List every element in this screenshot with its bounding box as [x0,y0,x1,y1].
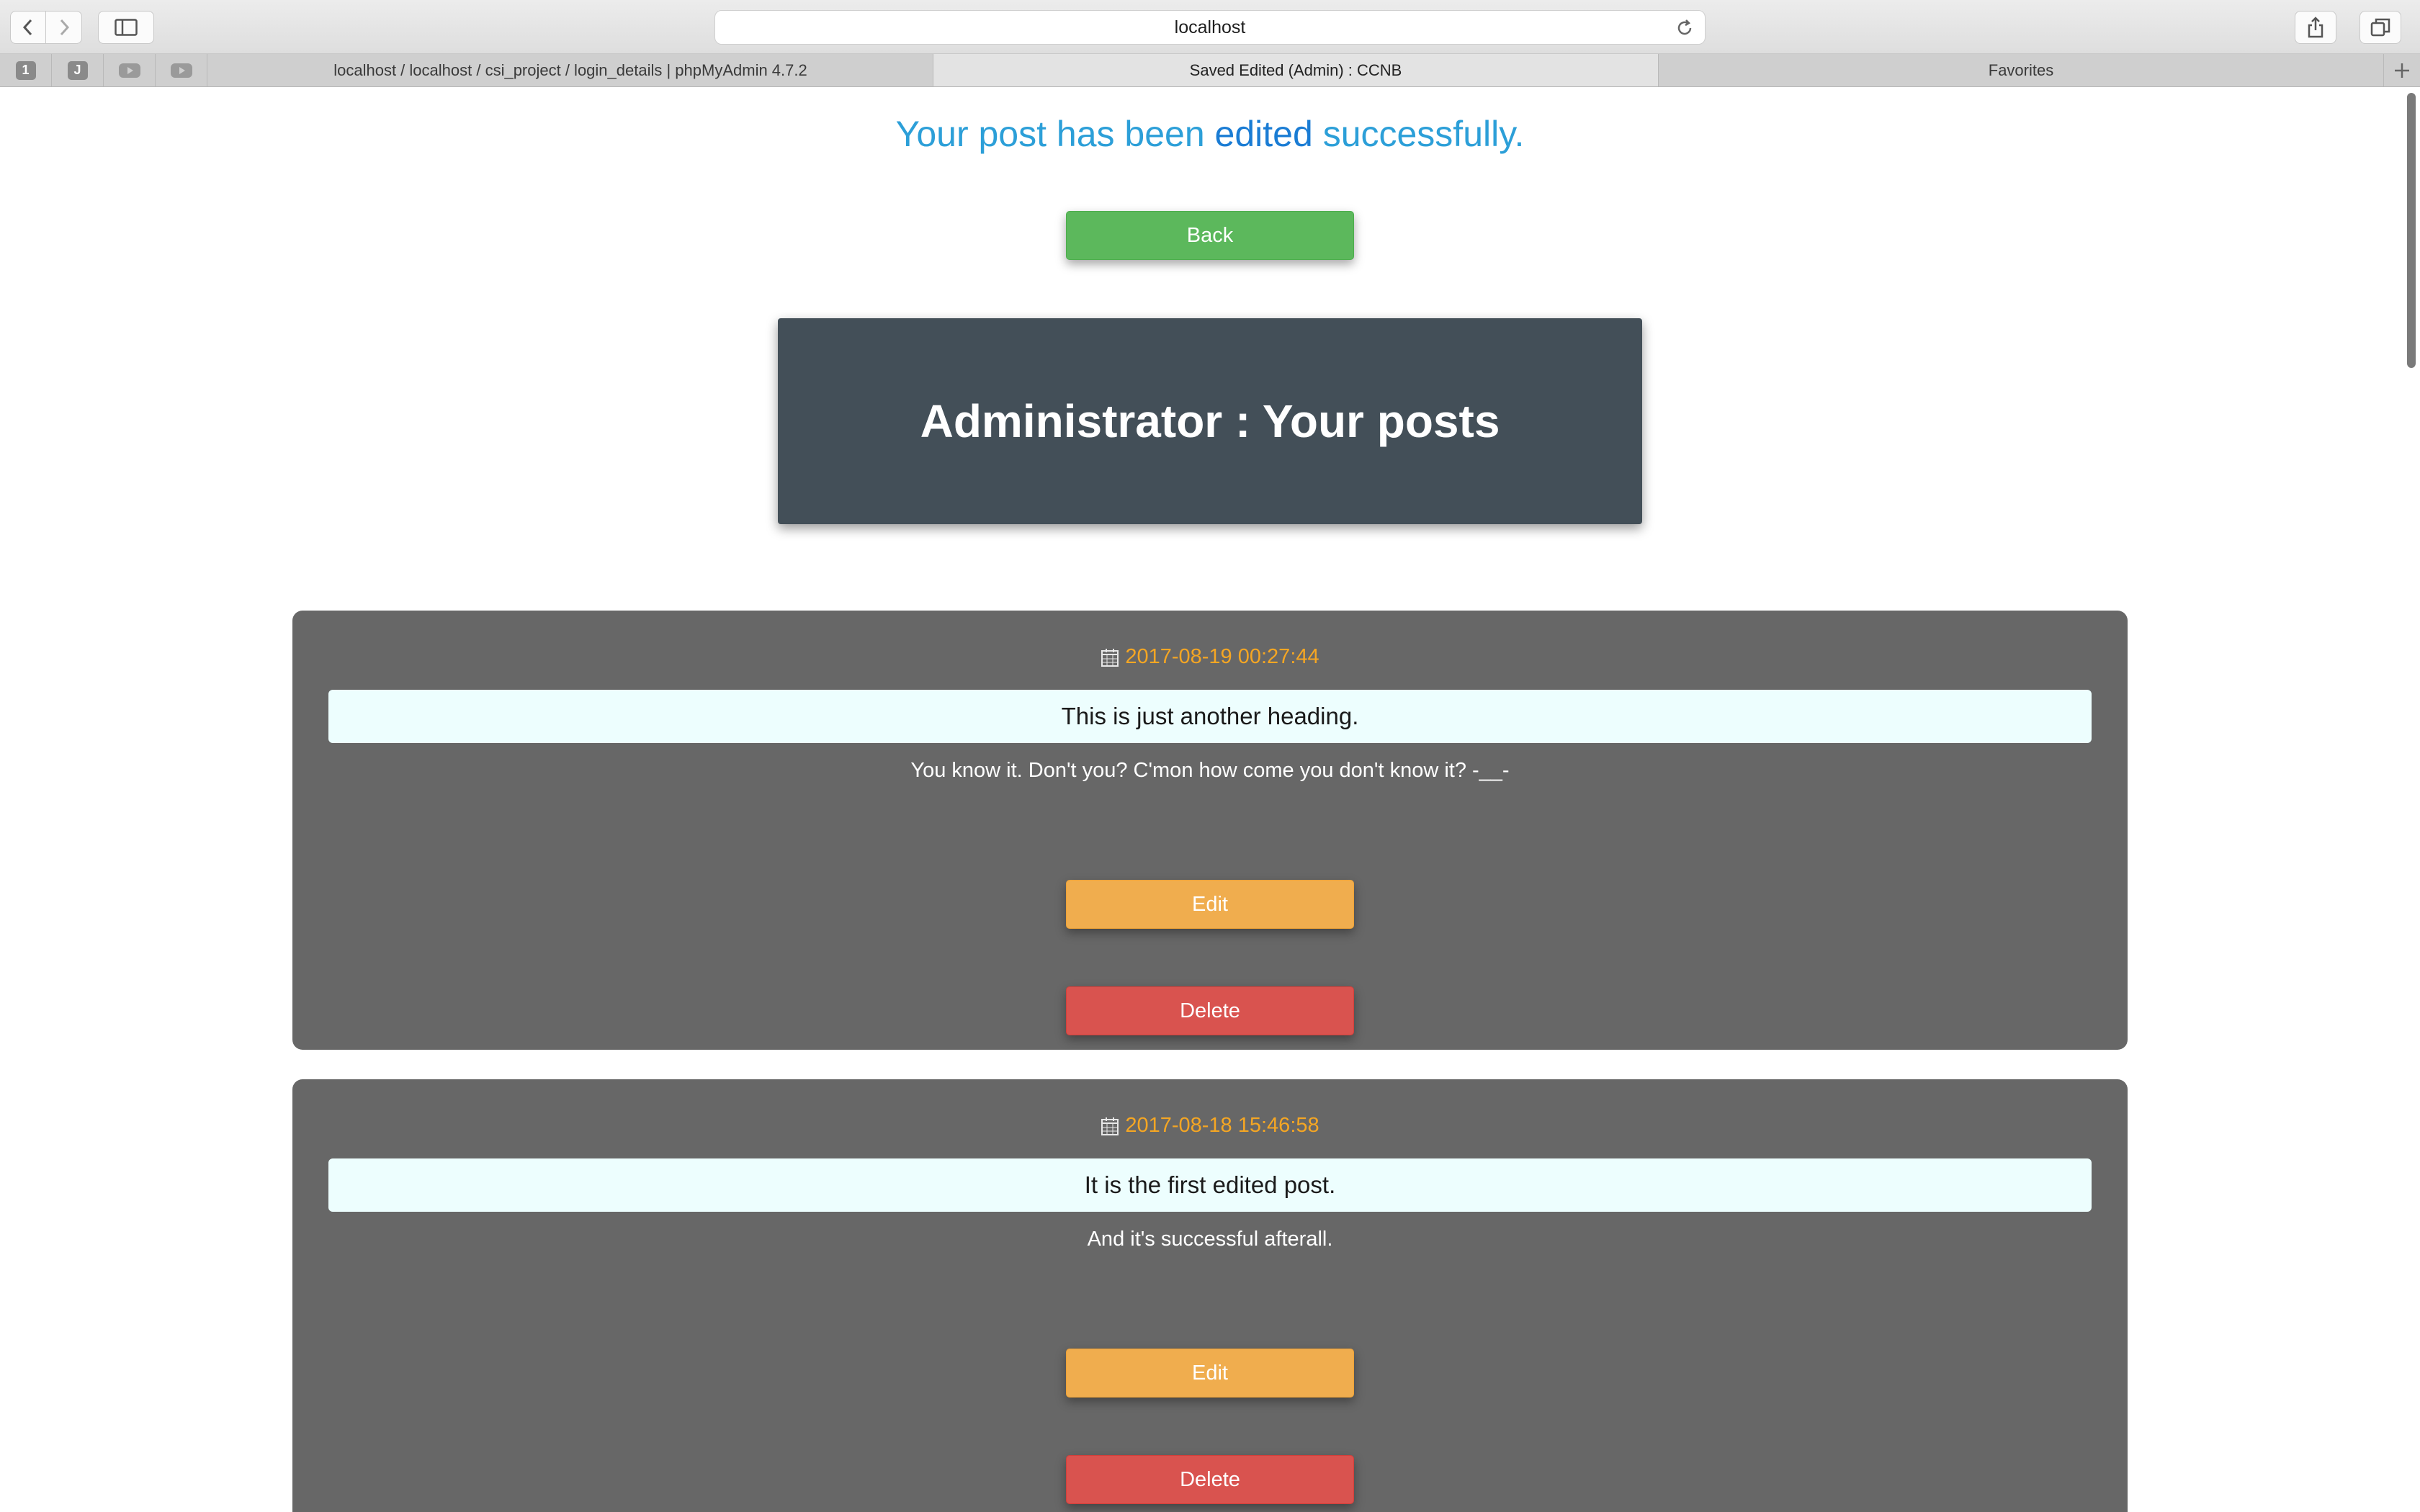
browser-toolbar: localhost [0,0,2420,54]
page-content: Your post has been edited successfully. … [0,87,2420,1512]
chevron-left-icon [22,19,32,36]
share-button[interactable] [2295,11,2336,44]
delete-button[interactable]: Delete [1066,986,1354,1035]
delete-button-label: Delete [1180,1467,1240,1491]
edit-button-label: Edit [1192,892,1228,916]
post-card: 2017-08-18 15:46:58 It is the first edit… [292,1079,2128,1512]
reload-icon[interactable] [1675,18,1695,38]
post-card: 2017-08-19 00:27:44 This is just another… [292,611,2128,1050]
calendar-icon [1101,1117,1119,1135]
tab-saved-edited[interactable]: Saved Edited (Admin) : CCNB [933,54,1659,86]
post-body: You know it. Don't you? C'mon how come y… [910,759,1510,782]
post-date: 2017-08-19 00:27:44 [292,645,2128,669]
post-date: 2017-08-18 15:46:58 [292,1114,2128,1138]
youtube-icon [118,63,140,78]
forward-nav-button[interactable] [46,11,82,44]
chevron-right-icon [60,19,69,36]
tabs-overview-icon [2370,18,2390,37]
tab-phpmyadmin[interactable]: localhost / localhost / csi_project / lo… [208,54,933,86]
tab-bar: 1 J localhost / localhost / csi_project … [0,54,2420,87]
back-button[interactable]: Back [1066,211,1354,260]
post-heading-text: This is just another heading. [1061,703,1359,729]
back-button-label: Back [1186,223,1234,247]
post-heading: This is just another heading. [328,690,2092,743]
plus-icon [2395,63,2409,78]
scrollbar-thumb[interactable] [2407,93,2416,368]
edit-button-label: Edit [1192,1361,1228,1385]
edit-button[interactable]: Edit [1066,1349,1354,1398]
pinned-tab-badge: 1 [15,60,36,80]
youtube-icon [170,63,192,78]
success-prefix: Your post has been [895,114,1205,154]
delete-button[interactable]: Delete [1066,1455,1354,1504]
pinned-tab-youtube-1[interactable] [104,54,156,86]
sidebar-icon [115,19,138,36]
calendar-icon [1101,648,1119,667]
post-body: And it's successful afterall. [1087,1228,1333,1251]
back-nav-button[interactable] [10,11,46,44]
address-bar[interactable]: localhost [714,10,1706,45]
edit-button[interactable]: Edit [1066,880,1354,929]
pinned-tab-youtube-2[interactable] [156,54,207,86]
tab-title: Saved Edited (Admin) : CCNB [1189,60,1402,79]
post-heading-text: It is the first edited post. [1084,1171,1336,1198]
admin-header-box: Administrator : Your posts [778,318,1642,524]
sidebar-toggle-button[interactable] [98,11,154,44]
show-tabs-button[interactable] [2360,11,2401,44]
delete-button-label: Delete [1180,999,1240,1022]
address-text: localhost [1174,17,1246,37]
post-date-text: 2017-08-18 15:46:58 [1125,1114,1319,1137]
pinned-tab-1[interactable]: 1 [0,54,52,86]
success-suffix: successfully. [1322,114,1525,154]
page-scrollbar[interactable] [2401,87,2420,1512]
tab-title: localhost / localhost / csi_project / lo… [333,60,807,79]
post-heading: It is the first edited post. [328,1158,2092,1212]
pinned-tab-badge: J [67,60,88,80]
new-tab-button[interactable] [2384,54,2420,86]
tab-favorites[interactable]: Favorites [1659,54,2384,86]
success-emphasis: edited [1214,114,1313,154]
pinned-tab-j[interactable]: J [52,54,104,86]
post-date-text: 2017-08-19 00:27:44 [1125,645,1319,668]
success-message: Your post has been edited successfully. [0,113,2420,155]
share-icon [2308,17,2323,38]
tab-title: Favorites [1988,60,2054,79]
admin-title: Administrator : Your posts [920,395,1500,447]
